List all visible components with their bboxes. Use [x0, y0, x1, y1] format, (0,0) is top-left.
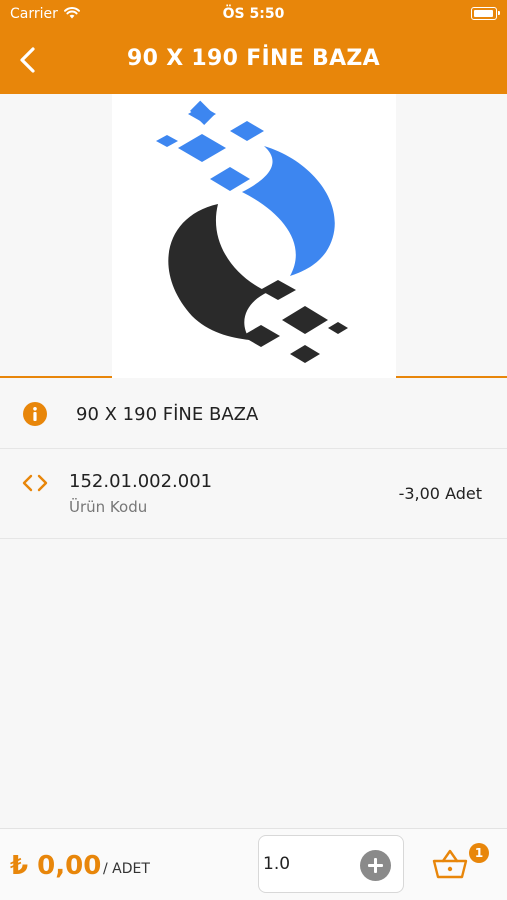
clock: ÖS 5:50 [222, 6, 285, 22]
stock-quantity: -3,00 Adet [398, 484, 482, 503]
code-icon [22, 474, 48, 492]
plus-circle-icon[interactable] [360, 850, 391, 881]
product-code-label: Ürün Kodu [69, 498, 148, 516]
back-button[interactable] [14, 44, 44, 76]
product-code: 152.01.002.001 [69, 471, 213, 492]
quantity-input[interactable] [263, 850, 353, 878]
price-unit: / ADET [103, 861, 150, 877]
info-icon [23, 402, 47, 426]
cart-button[interactable] [432, 847, 468, 881]
product-image-area [0, 94, 507, 378]
product-name-row: 90 X 190 FİNE BAZA [0, 380, 507, 449]
product-image[interactable] [112, 94, 396, 378]
cart-count-badge: 1 [469, 843, 489, 863]
price: ₺ 0,00 [10, 851, 102, 881]
brand-logo [156, 100, 348, 363]
battery-icon [471, 7, 500, 20]
product-name: 90 X 190 FİNE BAZA [76, 404, 259, 425]
basket-icon [432, 849, 468, 879]
app-header: Carrier ÖS 5:50 90 X 190 FİNE BAZA [0, 0, 507, 94]
quantity-stepper [258, 835, 404, 893]
page-title: 90 X 190 FİNE BAZA [127, 46, 380, 71]
bottom-bar: ₺ 0,00 / ADET 1 [0, 828, 507, 900]
status-bar: Carrier ÖS 5:50 [0, 0, 507, 28]
product-code-row: 152.01.002.001 Ürün Kodu -3,00 Adet [0, 449, 507, 539]
chevron-left-icon [20, 47, 35, 73]
